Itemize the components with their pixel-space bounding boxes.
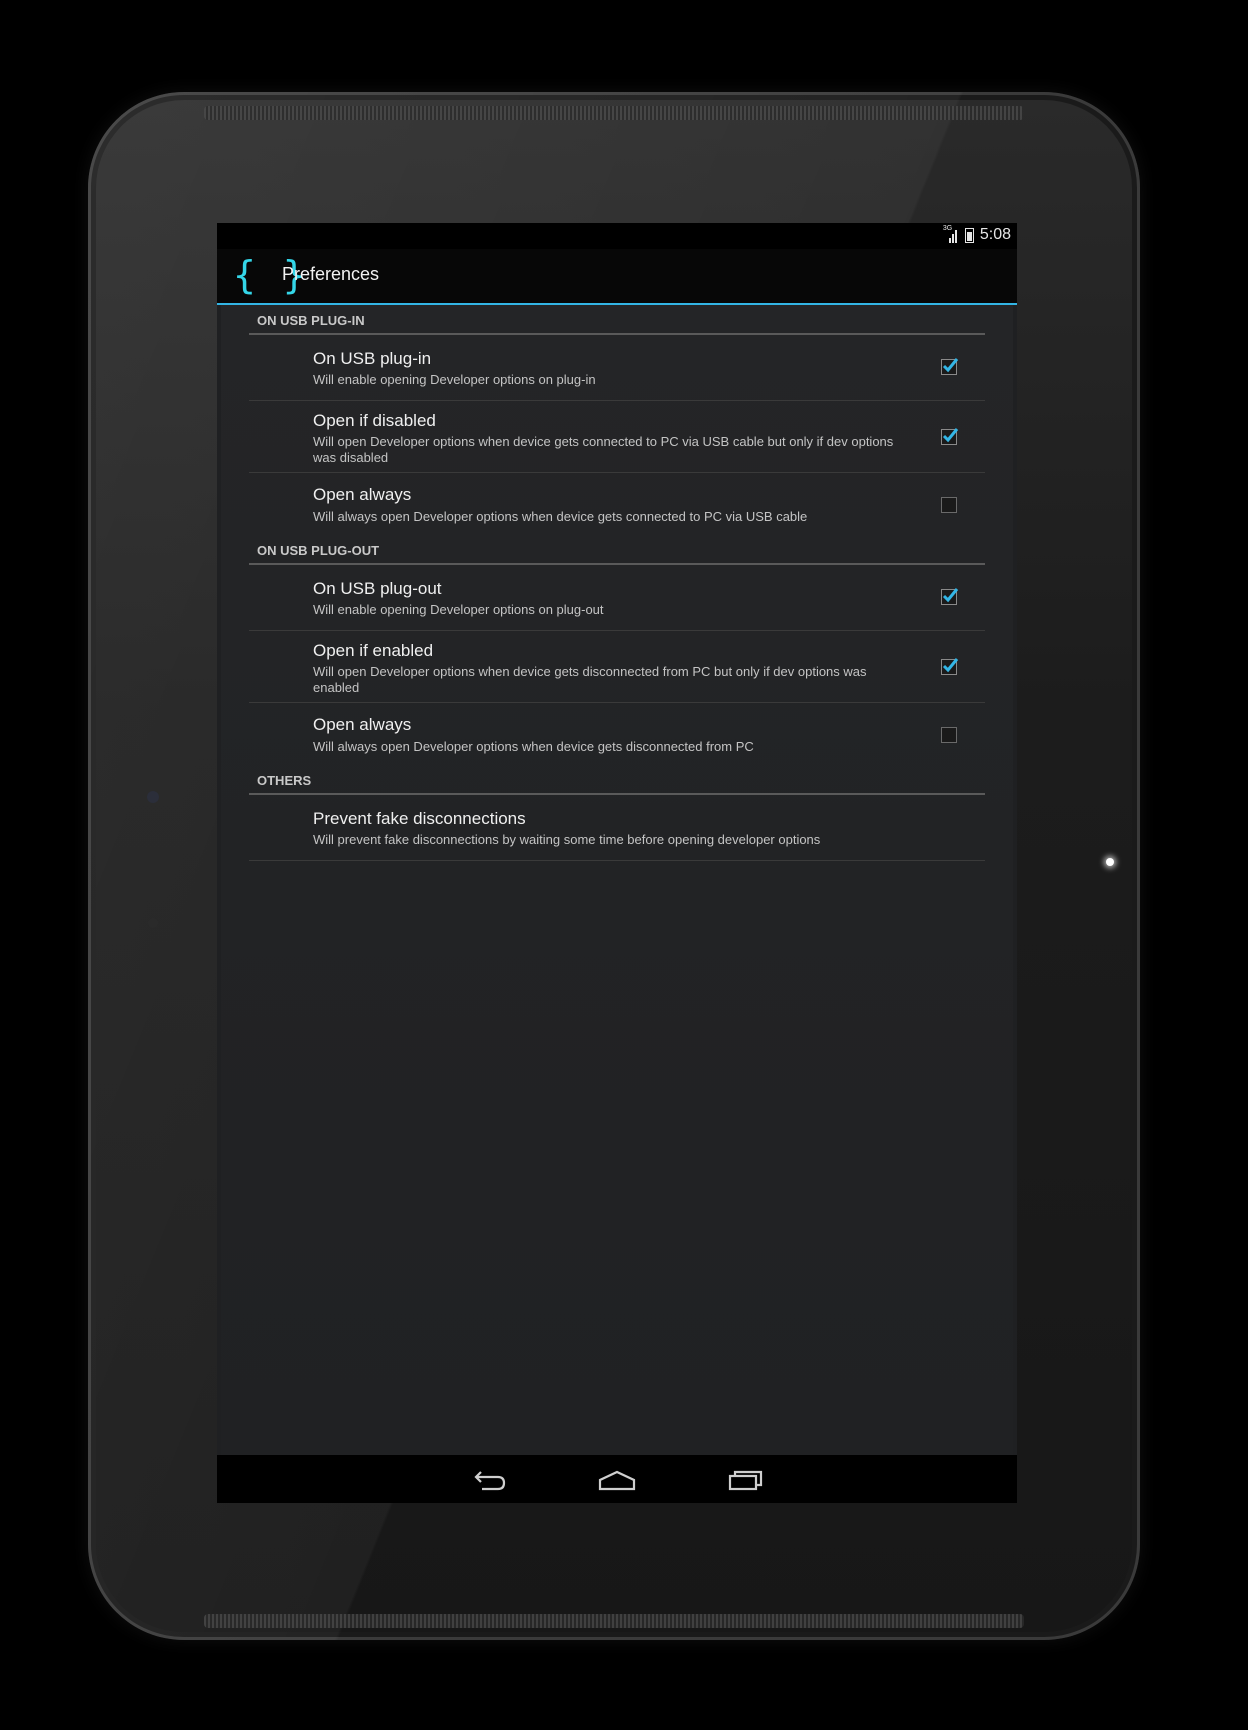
pref-prevent-fake-disconnections[interactable]: Prevent fake disconnections Will prevent… bbox=[249, 795, 985, 861]
navigation-bar bbox=[217, 1455, 1017, 1503]
pref-title: On USB plug-in bbox=[313, 349, 432, 368]
pref-checkbox[interactable] bbox=[941, 727, 957, 743]
recent-apps-icon[interactable] bbox=[726, 1465, 766, 1493]
pref-checkbox[interactable] bbox=[941, 428, 959, 445]
bottom-speaker-grille bbox=[204, 1614, 1024, 1628]
home-icon[interactable] bbox=[597, 1465, 637, 1493]
pref-title: On USB plug-out bbox=[313, 579, 442, 598]
pref-summary: Will always open Developer options when … bbox=[313, 509, 808, 524]
pref-checkbox[interactable] bbox=[941, 588, 959, 605]
pref-checkbox[interactable] bbox=[941, 358, 959, 375]
pref-checkbox[interactable] bbox=[941, 658, 959, 675]
pref-summary: Will prevent fake disconnections by wait… bbox=[313, 832, 821, 847]
signal-icon: 3G bbox=[942, 225, 959, 243]
page-title: Preferences bbox=[282, 264, 380, 284]
pref-on-usb-plug-out[interactable]: On USB plug-out Will enable opening Deve… bbox=[249, 565, 985, 631]
notification-led bbox=[1106, 858, 1114, 866]
pref-title: Open if enabled bbox=[313, 641, 434, 660]
light-sensor bbox=[148, 918, 158, 928]
pref-title: Open always bbox=[313, 485, 412, 504]
pref-title: Open if disabled bbox=[313, 411, 436, 430]
check-icon bbox=[942, 588, 959, 603]
action-bar: { } Preferences bbox=[217, 249, 1017, 305]
back-icon[interactable] bbox=[468, 1465, 508, 1493]
check-icon bbox=[942, 658, 959, 673]
pref-summary: Will always open Developer options when … bbox=[313, 739, 754, 754]
pref-open-always-plug-in[interactable]: Open always Will always open Developer o… bbox=[249, 473, 985, 535]
network-type-badge: 3G bbox=[942, 225, 953, 232]
front-camera bbox=[147, 791, 159, 803]
pref-title: Open always bbox=[313, 715, 412, 734]
preferences-list: ON USB PLUG-IN On USB plug-in Will enabl… bbox=[221, 305, 1013, 1455]
pref-title: Prevent fake disconnections bbox=[313, 809, 526, 828]
battery-icon bbox=[964, 227, 974, 243]
pref-summary: Will enable opening Developer options on… bbox=[313, 372, 596, 387]
screen: 3G 5:08 { } Preferences ON USB PLUG-IN O… bbox=[217, 223, 1017, 1503]
pref-open-if-enabled[interactable]: Open if enabled Will open Developer opti… bbox=[249, 631, 985, 703]
section-header-others: OTHERS bbox=[249, 769, 985, 795]
pref-summary: Will open Developer options when device … bbox=[313, 434, 894, 465]
top-speaker-grille bbox=[204, 106, 1024, 120]
pref-open-if-disabled[interactable]: Open if disabled Will open Developer opt… bbox=[249, 401, 985, 473]
pref-summary: Will open Developer options when device … bbox=[313, 664, 867, 695]
section-header-usb-plug-in: ON USB PLUG-IN bbox=[249, 309, 985, 335]
clock: 5:08 bbox=[979, 226, 1011, 243]
status-bar: 3G 5:08 bbox=[217, 223, 1017, 249]
section-header-usb-plug-out: ON USB PLUG-OUT bbox=[249, 539, 985, 565]
check-icon bbox=[942, 358, 959, 373]
pref-summary: Will enable opening Developer options on… bbox=[313, 602, 604, 617]
pref-checkbox[interactable] bbox=[941, 497, 957, 513]
pref-open-always-plug-out[interactable]: Open always Will always open Developer o… bbox=[249, 703, 985, 765]
pref-on-usb-plug-in[interactable]: On USB plug-in Will enable opening Devel… bbox=[249, 335, 985, 401]
check-icon bbox=[942, 428, 959, 443]
